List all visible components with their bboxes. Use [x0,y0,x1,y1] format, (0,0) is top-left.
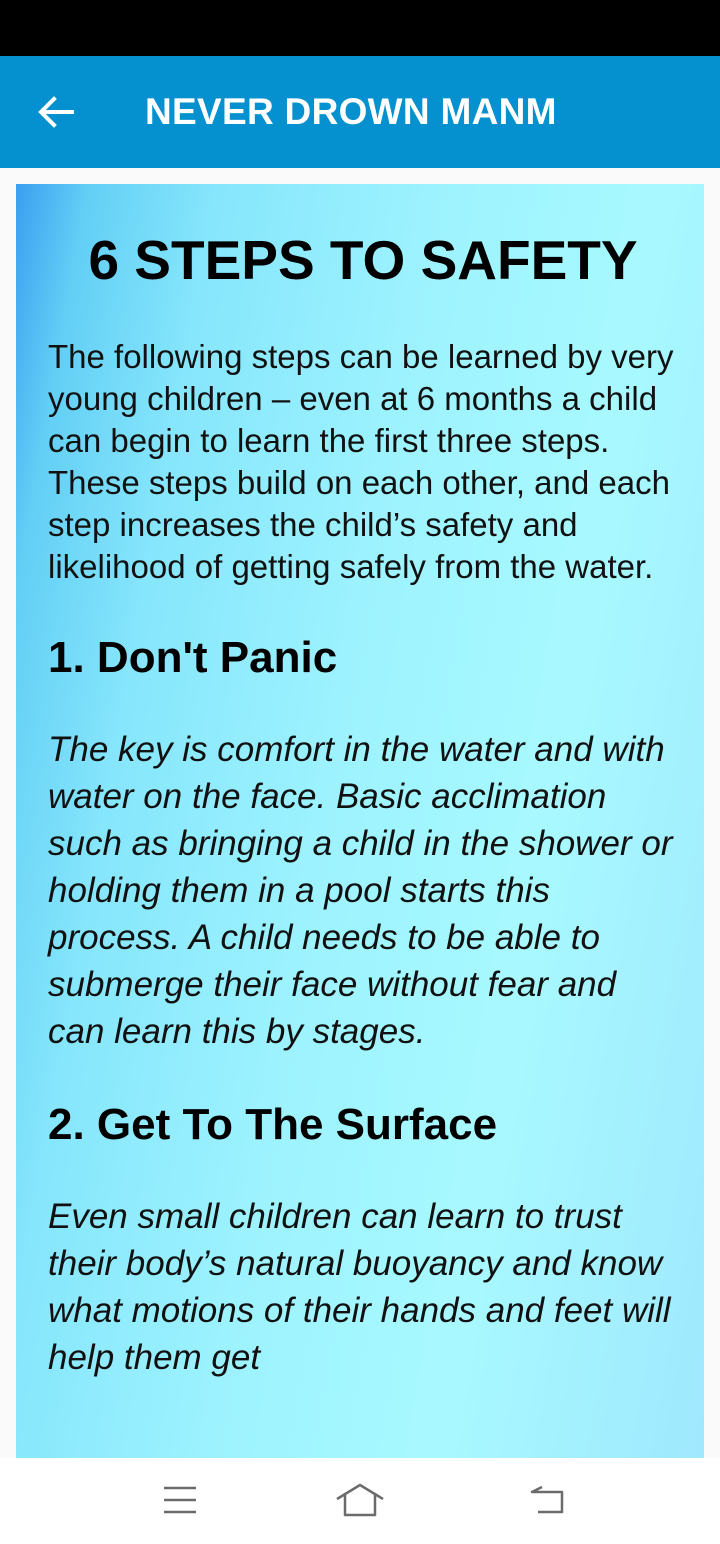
arrow-left-icon [38,96,74,128]
step-1-body: The key is comfort in the water and with… [48,730,673,1051]
page-title: 6 STEPS TO SAFETY [88,229,638,291]
article-card: 6 STEPS TO SAFETY The following steps ca… [16,184,704,1458]
step-2-title: 2. Get To The Surface [48,1100,498,1149]
status-bar [0,0,720,56]
system-nav-bar [0,1458,720,1544]
home-button[interactable] [330,1478,390,1522]
app-title: NEVER DROWN MANM [145,91,557,132]
article-content: 6 STEPS TO SAFETY The following steps ca… [48,184,678,1381]
menu-button[interactable] [150,1478,210,1522]
back-icon [530,1485,564,1514]
menu-icon [164,1486,196,1514]
step-2-body: Even small children can learn to trust t… [48,1197,671,1377]
step-1-title: 1. Don't Panic [48,633,338,682]
content-area[interactable]: 6 STEPS TO SAFETY The following steps ca… [0,168,720,1458]
back-nav-button[interactable] [518,1478,578,1522]
app-bar: NEVER DROWN MANM [0,56,720,168]
intro-paragraph: The following steps can be learned by ve… [48,338,674,585]
back-button[interactable] [28,88,84,136]
home-icon [336,1483,384,1517]
